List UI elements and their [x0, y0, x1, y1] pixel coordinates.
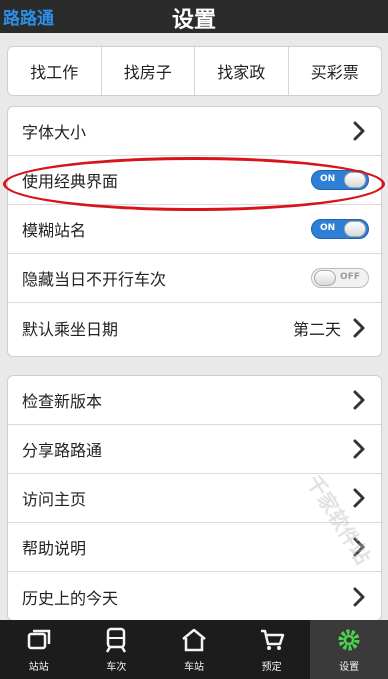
quick-links: 找工作 找房子 找家政 买彩票: [7, 46, 382, 96]
chevron-right-icon: [347, 316, 371, 340]
chevron-right-icon: [347, 119, 371, 143]
settings-row-label: 检查新版本: [22, 392, 103, 411]
page-title: 设置: [171, 8, 216, 33]
fuzzy-station-toggle[interactable]: ON: [311, 219, 369, 239]
tab-label: 站站: [28, 661, 49, 673]
settings-row-font-size[interactable]: 字体大小: [8, 107, 381, 156]
chevron-right-icon: [347, 388, 371, 412]
tab-label: 设置: [339, 661, 360, 673]
settings-group-display: 字体大小 使用经典界面 ON 模糊站名 ON 隐藏当日不开行车次 OFF 默认乘…: [7, 106, 382, 357]
tab-trains[interactable]: 车次: [78, 620, 156, 679]
top-bar: 路路通 设置: [0, 0, 388, 33]
quick-link-housing[interactable]: 找房子: [102, 47, 195, 95]
settings-row-fuzzy-station: 模糊站名 ON: [8, 205, 381, 254]
quick-link-housekeeping[interactable]: 找家政: [195, 47, 289, 95]
settings-row-history-today[interactable]: 历史上的今天: [8, 572, 381, 620]
tab-settings[interactable]: 设置: [310, 620, 388, 679]
train-icon: [103, 627, 129, 658]
gear-icon: [336, 627, 362, 658]
toggle-state-label: ON: [320, 223, 336, 233]
tab-booking[interactable]: 预定: [233, 620, 311, 679]
toggle-knob: [314, 270, 336, 286]
tab-label: 车站: [183, 661, 204, 673]
settings-row-label: 隐藏当日不开行车次: [22, 270, 167, 289]
toggle-state-label: OFF: [340, 272, 360, 282]
settings-row-label: 字体大小: [22, 123, 87, 142]
chevron-right-icon: [347, 585, 371, 609]
settings-row-label: 模糊站名: [22, 221, 87, 240]
hide-trains-toggle[interactable]: OFF: [311, 268, 369, 288]
settings-row-hide-trains: 隐藏当日不开行车次 OFF: [8, 254, 381, 303]
tab-label: 车次: [106, 661, 127, 673]
settings-row-label: 使用经典界面: [22, 172, 119, 191]
tab-label: 预定: [261, 661, 282, 673]
chevron-right-icon: [347, 437, 371, 461]
settings-row-classic-ui: 使用经典界面 ON: [8, 156, 381, 205]
tab-station[interactable]: 车站: [155, 620, 233, 679]
quick-link-lottery[interactable]: 买彩票: [289, 47, 382, 95]
chevron-right-icon: [347, 486, 371, 510]
settings-row-label: 历史上的今天: [22, 588, 119, 608]
settings-row-label: 默认乘坐日期: [22, 319, 119, 339]
bottom-tab-bar: 站站 车次 车站 预定 设置: [0, 620, 388, 679]
station-house-icon: [181, 627, 207, 658]
settings-row-label: 访问主页: [22, 490, 87, 509]
stations-icon: [26, 627, 52, 658]
settings-row-label: 分享路路通: [22, 441, 103, 460]
toggle-knob: [344, 221, 366, 237]
settings-row-help[interactable]: 帮助说明: [8, 523, 381, 572]
classic-ui-toggle[interactable]: ON: [311, 170, 369, 190]
cart-icon: [259, 627, 285, 658]
toggle-state-label: ON: [320, 174, 336, 184]
settings-row-share[interactable]: 分享路路通: [8, 425, 381, 474]
settings-row-check-update[interactable]: 检查新版本: [8, 376, 381, 425]
default-date-value: 第二天: [292, 319, 341, 339]
toggle-knob: [344, 172, 366, 188]
tab-stations[interactable]: 站站: [0, 620, 78, 679]
settings-row-default-date[interactable]: 默认乘坐日期 第二天: [8, 303, 381, 352]
quick-link-jobs[interactable]: 找工作: [8, 47, 102, 95]
settings-row-label: 帮助说明: [22, 539, 87, 558]
